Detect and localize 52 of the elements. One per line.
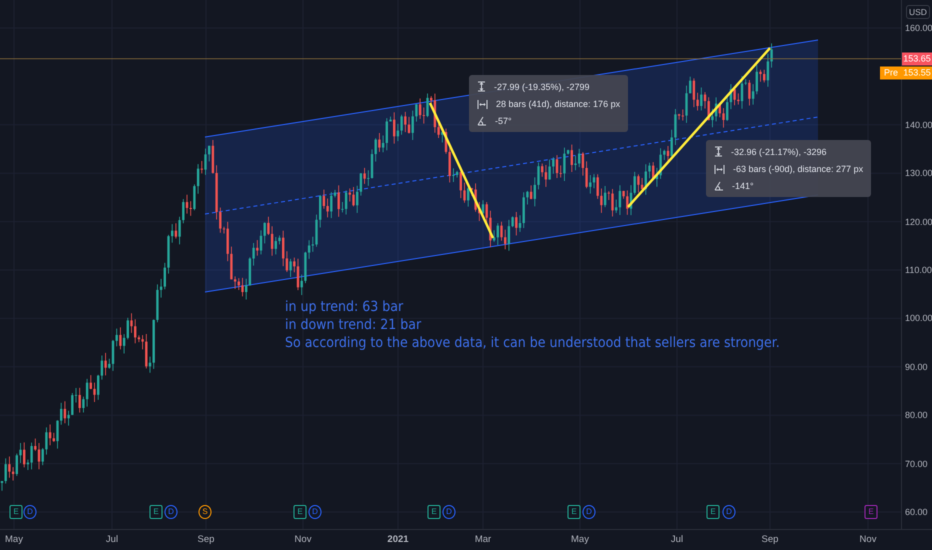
angle-text: -57° <box>495 116 512 126</box>
premarket-price-tag: 153.55 <box>902 66 932 80</box>
angle-icon <box>714 181 724 191</box>
event-marker[interactable]: D <box>442 505 456 519</box>
bars-distance-text: 28 bars (41d), distance: 176 px <box>496 99 620 109</box>
price-tick: 120.00 <box>905 216 932 227</box>
price-tick: 80.00 <box>905 410 928 420</box>
event-marker[interactable]: S <box>198 505 212 519</box>
event-marker[interactable]: D <box>164 505 178 519</box>
note-text: in up trend: 63 bar <box>285 298 404 316</box>
event-marker[interactable]: D <box>722 505 736 519</box>
price-change-text: -27.99 (-19.35%), -2799 <box>494 82 590 92</box>
event-marker[interactable]: D <box>308 505 322 519</box>
price-range-icon <box>714 146 723 157</box>
time-tick: Sep <box>198 534 214 545</box>
last-price-tag: 153.65 <box>902 52 932 66</box>
price-tick: 90.00 <box>905 362 928 372</box>
price-tick: 100.00 <box>905 313 932 324</box>
price-tick: 160.00 <box>905 23 932 33</box>
bars-distance-text: -63 bars (-90d), distance: 277 px <box>733 164 864 174</box>
event-marker[interactable]: E <box>150 505 162 519</box>
time-tick: Sep <box>762 534 778 545</box>
premarket-label: Pre <box>880 66 902 80</box>
bar-range-icon <box>477 100 488 108</box>
time-tick: May <box>5 534 23 545</box>
price-tick: 140.00 <box>905 120 932 130</box>
time-tick: May <box>571 534 589 545</box>
angle-icon <box>477 116 487 126</box>
time-tick: Jul <box>106 534 118 545</box>
event-marker[interactable]: D <box>582 505 596 519</box>
event-marker[interactable]: E <box>706 505 720 519</box>
bar-range-icon <box>714 164 725 174</box>
price-tick: 70.00 <box>905 458 928 469</box>
price-tick: 130.00 <box>905 168 932 178</box>
price-range-icon <box>477 81 486 92</box>
note-text: in down trend: 21 bar <box>285 316 422 334</box>
time-tick: 2021 <box>387 534 409 545</box>
price-change-text: -32.96 (-21.17%), -3296 <box>731 146 827 156</box>
price-tick: 60.00 <box>905 507 928 517</box>
event-marker[interactable]: E <box>10 505 22 519</box>
event-marker[interactable]: E <box>568 505 580 519</box>
event-marker[interactable]: E <box>294 505 306 519</box>
time-tick: Jul <box>670 534 684 545</box>
event-marker[interactable]: D <box>24 505 36 519</box>
time-tick: Mar <box>474 534 492 545</box>
price-tick: 110.00 <box>905 265 932 275</box>
time-tick: Nov <box>860 534 876 545</box>
note-text: So according to the above data, it can be understood that sellers are stronger. <box>285 334 780 352</box>
angle-text: -141° <box>732 181 754 191</box>
time-tick: Nov <box>294 534 312 545</box>
event-marker[interactable]: E <box>428 505 440 519</box>
currency-label[interactable]: USD <box>906 5 930 19</box>
